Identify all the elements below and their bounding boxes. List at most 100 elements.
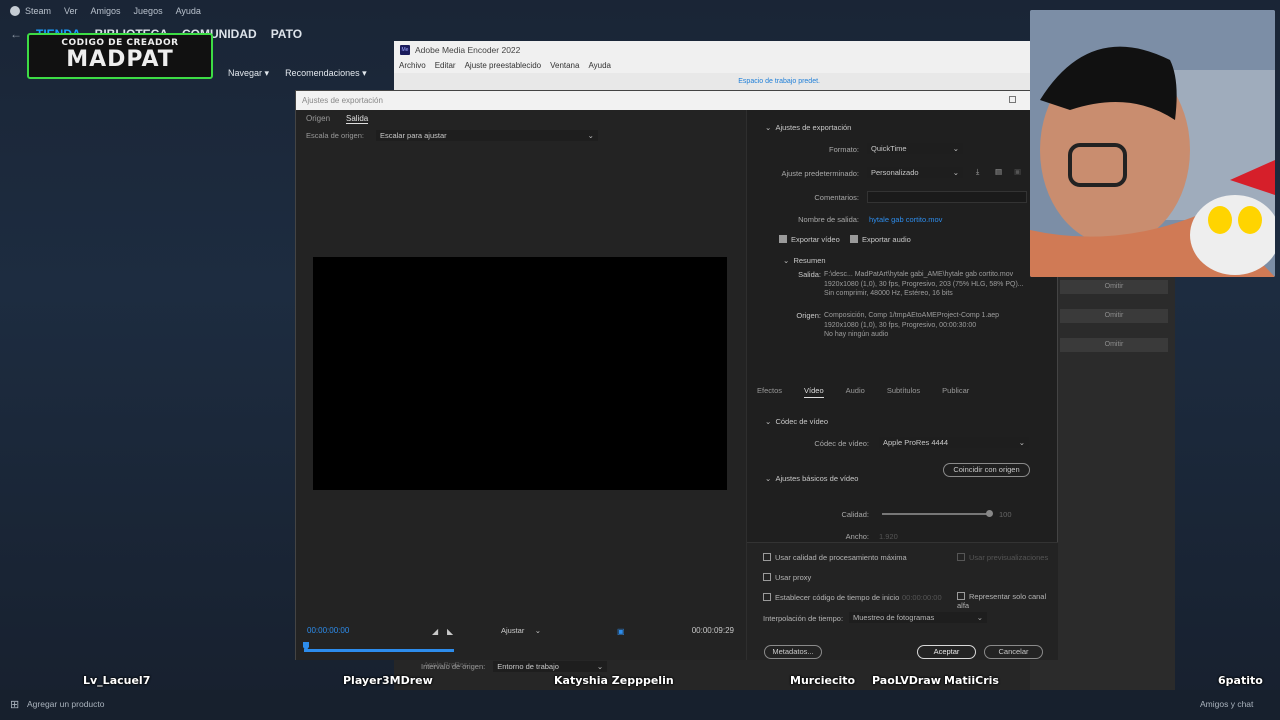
quality-label: Calidad: (841, 510, 869, 519)
ame-menu-ayuda[interactable]: Ayuda (588, 61, 611, 70)
summary-output: F:\desc... MadPatArt\hytale gabi_AME\hyt… (824, 270, 1024, 299)
source-scale-value: Escalar para ajustar (379, 130, 447, 140)
import-preset-icon[interactable]: ▤ (995, 167, 1002, 176)
export-settings-head[interactable]: ⌄ Ajustes de exportación (765, 123, 851, 132)
source-output-tabs: Origen Salida (296, 110, 746, 127)
steam-menu-amigos[interactable]: Amigos (91, 6, 121, 16)
dialog-title: Ajustes de exportación (302, 96, 383, 105)
codec-label: Códec de vídeo: (814, 439, 869, 448)
nav-pato[interactable]: PATO (271, 27, 302, 41)
back-arrow-icon[interactable]: ← (10, 27, 22, 41)
basic-video-head[interactable]: ⌄ Ajustes básicos de vídeo (765, 474, 858, 483)
tab-salida[interactable]: Salida (346, 114, 369, 124)
ame-menubar: Archivo Editar Ajuste preestablecido Ven… (394, 58, 1030, 73)
settings-pane: ⌄ Ajustes de exportación Formato: QuickT… (746, 110, 1058, 660)
chevron-down-icon: ⌄ (596, 662, 604, 671)
steam-menu-juegos[interactable]: Juegos (134, 6, 163, 16)
chevron-down-icon: ⌄ (1018, 438, 1025, 447)
metadata-button[interactable]: Metadatos... (764, 645, 822, 659)
steam-subnav: Navegar ▾ Recomendaciones ▾ (228, 68, 367, 86)
codec-head[interactable]: ⌄ Códec de vídeo (765, 417, 828, 426)
add-product-icon[interactable]: ⊞ (10, 698, 19, 711)
comments-input[interactable] (867, 191, 1027, 203)
zoom-fit-select[interactable]: Ajustar ⌄ (497, 625, 545, 636)
use-proxy-checkbox[interactable]: Usar proxy (763, 573, 811, 582)
tab-video[interactable]: Vídeo (804, 386, 824, 398)
safe-margin-icon[interactable]: ▣ (617, 627, 625, 636)
time-interp-select[interactable]: Muestreo de fotogramas ⌄ (849, 612, 987, 623)
basic-video-head-label: Ajustes básicos de vídeo (775, 474, 859, 483)
summary-source-label: Origen: (796, 311, 821, 320)
mark-out-icon[interactable]: ◣ (447, 627, 453, 636)
match-source-button[interactable]: Coincidir con origen (943, 463, 1030, 477)
start-timecode-value[interactable]: 00:00:00:00 (902, 593, 942, 602)
subnav-recomendaciones[interactable]: Recomendaciones ▾ (285, 68, 367, 86)
subnav-recomendaciones-label: Recomendaciones (285, 68, 360, 78)
max-quality-checkbox[interactable]: Usar calidad de procesamiento máxima (763, 553, 907, 562)
summary-output-line: 1920x1080 (1,0), 30 fps, Progresivo, 203… (824, 280, 1024, 288)
ame-menu-ventana[interactable]: Ventana (550, 61, 579, 70)
steam-menu-steam[interactable]: Steam (25, 6, 51, 16)
codec-select[interactable]: Apple ProRes 4444 ⌄ (879, 437, 1029, 448)
source-range-value: Entorno de trabajo (497, 662, 559, 671)
source-scale-select[interactable]: Escalar para ajustar ⌄ (375, 129, 598, 141)
steam-menubar: Steam Ver Amigos Juegos Ayuda (0, 0, 1030, 22)
width-label: Ancho: (845, 532, 869, 541)
omit-button[interactable]: Omitir (1060, 338, 1168, 352)
friends-chat-link[interactable]: Amigos y chat (1200, 699, 1253, 709)
use-previews-label: Usar previsualizaciones (969, 553, 1049, 562)
codec-head-label: Códec de vídeo (775, 417, 828, 426)
alpha-only-checkbox[interactable]: Representar solo canal alfa (957, 592, 1058, 610)
delete-preset-icon[interactable]: ▣ (1014, 167, 1021, 176)
ame-titlebar: Me Adobe Media Encoder 2022 (394, 41, 1030, 58)
use-proxy-label: Usar proxy (775, 573, 812, 582)
omit-button[interactable]: Omitir (1060, 309, 1168, 323)
width-value[interactable]: 1.920 (879, 532, 898, 541)
source-range-select[interactable]: Entorno de trabajo ⌄ (493, 661, 608, 672)
current-timecode[interactable]: 00:00:00:00 (307, 626, 349, 635)
ame-menu-ajuste[interactable]: Ajuste preestablecido (465, 61, 542, 70)
accept-button[interactable]: Aceptar (917, 645, 976, 659)
cancel-button[interactable]: Cancelar (984, 645, 1043, 659)
alpha-only-label: Representar solo canal alfa (957, 592, 1047, 610)
tab-publicar[interactable]: Publicar (942, 386, 969, 398)
time-interp-label: Interpolación de tiempo: (763, 614, 844, 623)
tab-origen[interactable]: Origen (306, 114, 330, 123)
tab-efectos[interactable]: Efectos (757, 386, 782, 398)
tab-audio[interactable]: Audio (846, 386, 865, 398)
use-previews-checkbox[interactable]: Usar previsualizaciones (957, 553, 1048, 562)
subnav-navegar[interactable]: Navegar ▾ (228, 68, 269, 86)
export-audio-label: Exportar audio (862, 235, 911, 244)
quality-value[interactable]: 100 (999, 510, 1012, 519)
export-audio-checkbox[interactable]: Exportar audio (850, 235, 911, 244)
quality-slider-handle[interactable] (986, 510, 993, 517)
export-video-checkbox[interactable]: Exportar vídeo (779, 235, 840, 244)
steam-menu-ayuda[interactable]: Ayuda (176, 6, 201, 16)
viewer-name: Player3MDrew (343, 674, 433, 687)
preset-select[interactable]: Personalizado ⌄ (867, 167, 963, 178)
omit-button[interactable]: Omitir (1060, 280, 1168, 294)
ame-title: Adobe Media Encoder 2022 (415, 44, 521, 55)
mark-in-icon[interactable]: ◢ (432, 627, 438, 636)
summary-head[interactable]: ⌄ Resumen (783, 256, 826, 265)
source-range-label: Intervalo de origen: (421, 662, 486, 671)
summary-source-line: 1920x1080 (1,0), 30 fps, Progresivo, 00:… (824, 321, 977, 329)
save-preset-icon[interactable]: ⤓ (976, 167, 979, 177)
ame-menu-archivo[interactable]: Archivo (399, 61, 426, 70)
tab-subtitulos[interactable]: Subtítulos (887, 386, 920, 398)
ame-menu-editar[interactable]: Editar (435, 61, 456, 70)
preset-value: Personalizado (871, 168, 919, 177)
timeline-track[interactable] (304, 649, 454, 652)
workspace-selector[interactable]: Espacio de trabajo predet. (394, 73, 1030, 91)
media-encoder-window: Me Adobe Media Encoder 2022 Archivo Edit… (394, 41, 1030, 91)
export-video-label: Exportar vídeo (791, 235, 840, 244)
maximize-icon[interactable] (1009, 96, 1016, 103)
start-timecode-checkbox[interactable]: Establecer código de tiempo de inicio (763, 593, 899, 602)
source-scale-label: Escala de origen: (306, 130, 364, 140)
output-name-link[interactable]: hytale gab cortito.mov (869, 215, 942, 224)
format-select[interactable]: QuickTime ⌄ (867, 143, 963, 154)
checkbox-icon (763, 573, 771, 581)
steam-menu-ver[interactable]: Ver (64, 6, 78, 16)
add-product-link[interactable]: Agregar un producto (27, 699, 105, 709)
video-preview (313, 257, 727, 490)
